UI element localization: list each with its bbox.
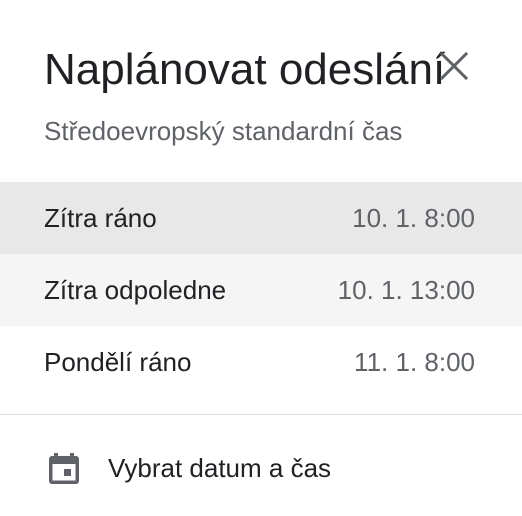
option-time: 10. 1. 8:00: [352, 203, 475, 233]
divider: [0, 414, 522, 415]
option-time: 10. 1. 13:00: [337, 275, 475, 305]
schedule-send-dialog: Naplánovat odeslání Středoevropský stand…: [0, 0, 522, 516]
option-time: 11. 1. 8:00: [354, 347, 475, 377]
option-monday-morning[interactable]: Pondělí ráno 11. 1. 8:00: [0, 326, 522, 398]
option-tomorrow-afternoon[interactable]: Zítra odpoledne 10. 1. 13:00: [0, 254, 522, 326]
option-tomorrow-morning[interactable]: Zítra ráno 10. 1. 8:00: [0, 182, 522, 254]
timezone-label: Středoevropský standardní čas: [44, 116, 403, 146]
close-button[interactable]: [436, 48, 472, 84]
schedule-options-list: Zítra ráno 10. 1. 8:00 Zítra odpoledne 1…: [0, 182, 522, 398]
close-icon: [436, 48, 472, 84]
dialog-title: Naplánovat odeslání: [44, 45, 446, 94]
pick-date-time-button[interactable]: Vybrat datum a čas: [0, 432, 522, 504]
option-label: Pondělí ráno: [44, 347, 192, 377]
calendar-icon: [46, 450, 82, 486]
option-label: Zítra ráno: [44, 203, 157, 233]
option-label: Zítra odpoledne: [44, 275, 227, 305]
pick-date-time-label: Vybrat datum a čas: [108, 453, 332, 483]
